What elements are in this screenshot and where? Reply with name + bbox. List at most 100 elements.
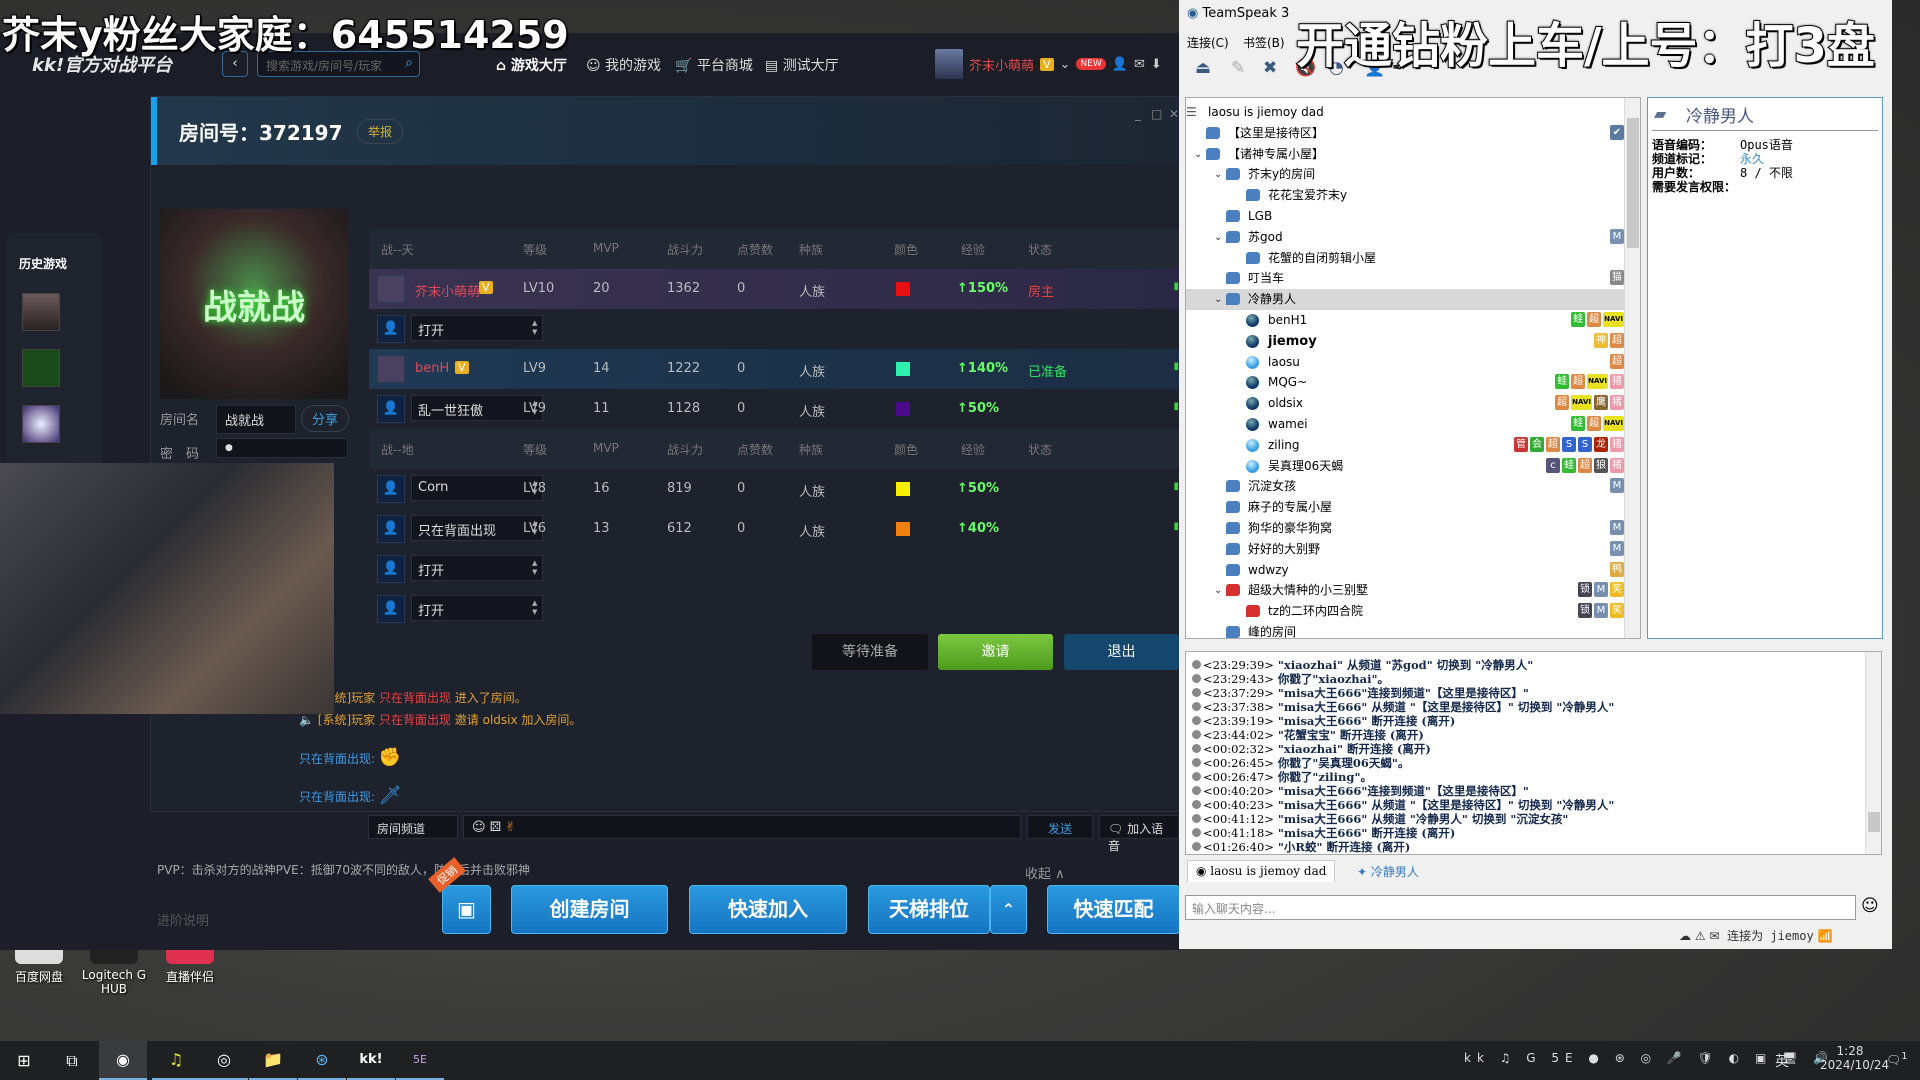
desktop-icon-logitech[interactable]: Logitech G HUB xyxy=(79,950,149,996)
create-room-button[interactable]: 创建房间 xyxy=(511,885,668,934)
exit-button[interactable]: 退出 xyxy=(1064,634,1179,670)
chevron-up-icon[interactable]: ⌃ xyxy=(990,885,1027,934)
channel-item[interactable]: 峰的房间 xyxy=(1186,622,1626,638)
store-button[interactable]: ▣ xyxy=(442,885,491,934)
client-item[interactable]: laosu 超 xyxy=(1186,352,1626,373)
history-game-thumb[interactable] xyxy=(22,405,60,443)
channel-item[interactable]: LGB xyxy=(1186,206,1626,227)
taskbar-file-explorer-icon[interactable]: 📁 xyxy=(249,1041,297,1080)
player-name[interactable]: 芥末小萌萌 xyxy=(415,281,480,300)
player-avatar[interactable] xyxy=(377,275,405,303)
chevron-down-icon[interactable]: ⌄ xyxy=(1214,580,1222,601)
player-avatar[interactable] xyxy=(377,355,405,383)
minimize-button[interactable]: _ xyxy=(1135,107,1141,121)
menu-connect[interactable]: 连接(C) xyxy=(1187,34,1229,51)
tab-channel[interactable]: ✦ 冷静男人 xyxy=(1349,860,1427,882)
taskbar-kk-icon[interactable]: kk! xyxy=(347,1041,395,1080)
chevron-down-icon[interactable]: ⌄ xyxy=(1214,227,1222,248)
client-item[interactable]: jiemoy 神超 xyxy=(1186,331,1626,352)
report-button[interactable]: 举报 xyxy=(357,119,404,144)
channel-item[interactable]: ⌄ 超级大情种的小三别墅 锁 M 笑 xyxy=(1186,580,1626,601)
clock[interactable]: 1:28 2024/10/24 xyxy=(1820,1044,1889,1072)
nav-store[interactable]: 🛒 平台商城 xyxy=(675,55,753,75)
message-icon[interactable]: ✉ xyxy=(1134,57,1145,72)
channel-item[interactable]: ⌄ 苏god M xyxy=(1186,227,1626,248)
notification-center-icon[interactable]: 🗨1 xyxy=(1886,1051,1908,1067)
chevron-down-icon[interactable]: ⌄ xyxy=(1214,164,1222,185)
client-item[interactable]: MQG~ 蛙超 NAVI 猪 xyxy=(1186,372,1626,393)
channel-item[interactable]: 麻子的专属小屋 xyxy=(1186,497,1626,518)
chat-player-name[interactable]: 只在背面出现 xyxy=(379,691,451,705)
mail-icon[interactable]: ✉ xyxy=(1709,929,1719,943)
mute-mic-icon[interactable]: ✖ xyxy=(1263,58,1277,78)
channel-item[interactable]: 好好的大别野 M xyxy=(1186,539,1626,560)
chevron-down-icon[interactable]: ⌄ xyxy=(1194,144,1202,165)
tab-server[interactable]: ◉ laosu is jiemoy dad xyxy=(1187,860,1336,882)
dice-icon[interactable]: ⚄ xyxy=(490,820,501,835)
user-menu[interactable]: 芥末小萌萌 V ⌄ NEW 👤 ✉ ⬇ xyxy=(935,49,1162,79)
chevron-down-icon[interactable]: ⌄ xyxy=(1060,57,1071,72)
channel-item[interactable]: tz的二环内四合院 锁 M 笑 xyxy=(1186,601,1626,622)
client-item[interactable]: wamei 蛙超 NAVI xyxy=(1186,414,1626,435)
close-button[interactable]: ✕ xyxy=(1169,107,1179,121)
chat-input[interactable]: ☺ ⚄ ✌ xyxy=(463,815,1021,839)
history-game-thumb[interactable] xyxy=(22,349,60,387)
quick-join-button[interactable]: 快速加入 xyxy=(689,885,847,934)
taskbar-qq-music-icon[interactable]: ♫ xyxy=(152,1041,200,1080)
nav-test-hall[interactable]: ▤ 测试大厅 xyxy=(765,55,839,75)
channel-item[interactable]: 花花宝爱芥末y xyxy=(1186,185,1626,206)
client-item[interactable]: ziling 管会超 S S 龙猪 xyxy=(1186,435,1626,456)
slot-select[interactable]: 打开 xyxy=(411,555,543,581)
desktop-icon-live[interactable]: 直播伴侣 xyxy=(155,950,225,985)
slot-select[interactable]: 打开 xyxy=(411,315,543,341)
start-windows-icon[interactable]: ⊞ xyxy=(0,1041,48,1080)
share-button[interactable]: 分享 xyxy=(301,405,350,432)
desktop-icon-baidu[interactable]: 百度网盘 xyxy=(4,950,74,985)
invite-button[interactable]: 邀请 xyxy=(938,634,1053,670)
tree-scrollbar[interactable] xyxy=(1624,98,1640,638)
advanced-guide-link[interactable]: 进阶说明 xyxy=(157,910,209,929)
channel-item[interactable]: wdwzy 鸭 xyxy=(1186,560,1626,581)
join-voice-button[interactable]: 🗨 加入语音 xyxy=(1099,815,1179,853)
menu-bookmarks[interactable]: 书签(B) xyxy=(1243,34,1285,51)
emoji-icon[interactable]: ☺ xyxy=(1861,896,1879,916)
server-item[interactable]: ☰ laosu is jiemoy dad xyxy=(1186,102,1626,123)
user-avatar[interactable] xyxy=(935,49,963,79)
client-item[interactable]: benH1 蛙超 NAVI xyxy=(1186,310,1626,331)
taskbar-5e-icon[interactable]: 5E xyxy=(396,1041,444,1080)
room-name-field[interactable]: 战就战 xyxy=(216,405,296,434)
chevron-down-icon[interactable]: ⌄ xyxy=(1214,289,1222,310)
channel-item[interactable]: 沉淀女孩 M xyxy=(1186,476,1626,497)
taskbar-obs-icon[interactable]: ◎ xyxy=(200,1041,248,1080)
taskbar-teamspeak-icon[interactable]: ◉ xyxy=(99,1041,147,1080)
wait-ready-button[interactable]: 等待准备 xyxy=(812,634,928,670)
ts-chat-input[interactable]: 输入聊天内容... xyxy=(1185,895,1856,920)
taskbar-steam-icon[interactable]: ⊛ xyxy=(298,1041,346,1080)
client-item[interactable]: 吴真理06天蝎 c 蛙超狼猪 xyxy=(1186,456,1626,477)
slot-select[interactable]: 打开 xyxy=(411,595,543,621)
emoji-icon[interactable]: ☺ xyxy=(472,820,486,835)
download-icon[interactable]: ⬇ xyxy=(1151,57,1162,72)
chat-player-name[interactable]: 只在背面出现 xyxy=(379,713,451,727)
ladder-ranking-button[interactable]: 天梯排位 xyxy=(868,885,990,934)
maximize-button[interactable]: □ xyxy=(1151,107,1162,121)
warning-icon[interactable]: ⚠ xyxy=(1695,929,1706,943)
channel-select[interactable]: 房间频道 xyxy=(368,815,458,839)
channel-item[interactable]: ⌄ 冷静男人 xyxy=(1186,289,1626,311)
task-view-icon[interactable]: ⧉ xyxy=(48,1041,96,1080)
collapse-button[interactable]: 收起 ∧ xyxy=(1025,863,1065,882)
channel-item[interactable]: 叮当车 猫 xyxy=(1186,268,1626,289)
channel-item[interactable]: ⌄ 【诸神专属小屋】 xyxy=(1186,144,1626,165)
away-icon[interactable]: ✎ xyxy=(1231,58,1245,78)
client-item[interactable]: oldsix 超 NAVI 鹰猪 xyxy=(1186,393,1626,414)
channel-item[interactable]: 花蟹的自闭剪辑小屋 xyxy=(1186,248,1626,269)
chat-player-name[interactable]: 只在背面出现: xyxy=(299,790,375,804)
channel-item[interactable]: 【这里是接待区】 ✔ xyxy=(1186,123,1626,144)
player-name[interactable]: benH xyxy=(415,361,449,376)
quick-match-button[interactable]: 快速匹配 xyxy=(1047,885,1180,934)
log-scrollbar[interactable] xyxy=(1865,652,1881,854)
channel-item[interactable]: ⌄ 芥末y的房间 xyxy=(1186,164,1626,185)
disconnect-icon[interactable]: ⏏ xyxy=(1195,58,1211,78)
history-game-thumb[interactable] xyxy=(22,293,60,331)
friends-icon[interactable]: 👤 xyxy=(1112,57,1128,72)
